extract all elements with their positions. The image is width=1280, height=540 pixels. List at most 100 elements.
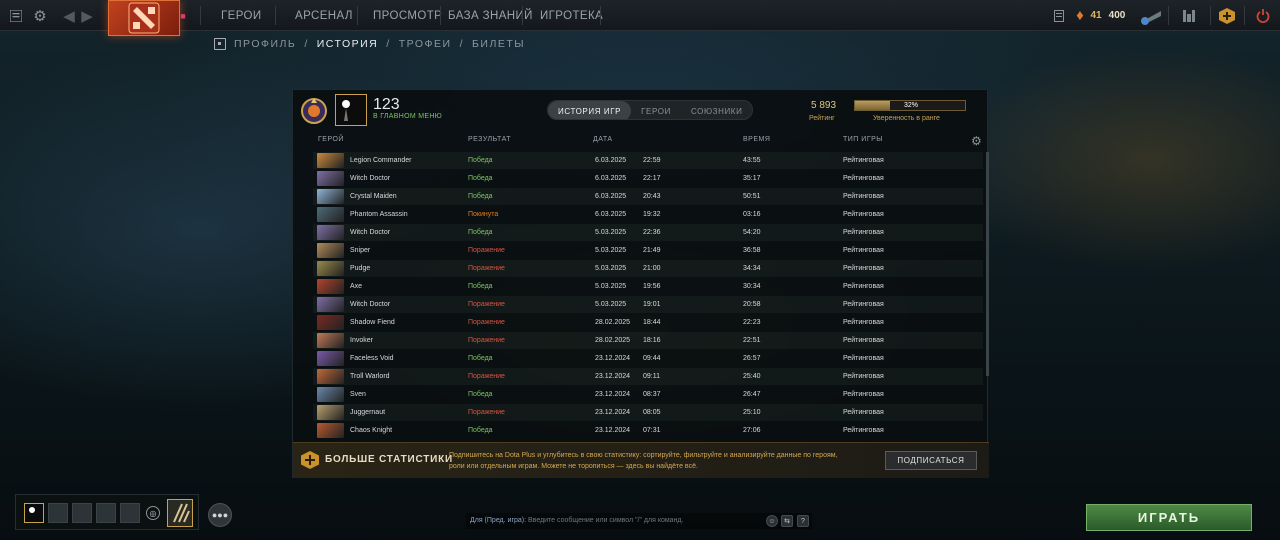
forward-arrow-icon[interactable]: ▶ <box>80 0 94 31</box>
table-row[interactable]: Pudge Поражение 5.03.2025 21:00 34:34 Рейтинг… <box>313 260 983 277</box>
table-row[interactable]: Invoker Поражение 28.02.2025 18:16 22:51 Рейт… <box>313 332 983 349</box>
friends-icon[interactable] <box>1138 0 1164 31</box>
match-time: 09:44 <box>643 355 661 362</box>
col-date[interactable]: ДАТА <box>593 136 613 143</box>
hero-portrait <box>317 153 344 168</box>
history-tabs: ИСТОРИЯ ИГР ГЕРОИ СОЮЗНИКИ <box>547 100 754 120</box>
table-row[interactable]: Axe Победа 5.03.2025 19:56 30:34 Рейтинговая <box>313 278 983 295</box>
tab-match-history[interactable]: ИСТОРИЯ ИГР <box>548 101 632 119</box>
party-slot-empty[interactable] <box>72 503 92 523</box>
shards-count: 41 <box>1090 10 1102 21</box>
party-slot-empty[interactable] <box>48 503 68 523</box>
nav-divider <box>357 6 358 25</box>
match-result: Победа <box>468 157 493 164</box>
tab-heroes[interactable]: ГЕРОИ <box>631 101 681 119</box>
match-duration: 25:10 <box>743 409 761 416</box>
back-arrow-icon[interactable]: ◀ <box>62 0 76 31</box>
subscribe-button[interactable]: ПОДПИСАТЬСЯ <box>885 451 977 470</box>
confidence-bar: 32% <box>854 100 966 111</box>
nav-arsenal[interactable]: АРСЕНАЛ <box>295 0 353 31</box>
col-type[interactable]: ТИП ИГРЫ <box>843 136 883 143</box>
table-row[interactable]: Witch Doctor Победа 5.03.2025 22:36 54:20 Рей… <box>313 224 983 241</box>
match-result: Поражение <box>468 409 505 416</box>
chat-placeholder: Введите сообщение или символ "/" для ком… <box>528 517 684 524</box>
party-slot-empty[interactable] <box>96 503 116 523</box>
match-time: 22:59 <box>643 157 661 164</box>
voice-icon[interactable]: ◎ <box>146 506 160 520</box>
armory-icon[interactable] <box>1178 0 1200 31</box>
nav-divider <box>275 6 276 25</box>
hero-name: Juggernaut <box>350 409 386 416</box>
chat-wheel-icon[interactable]: ⇆ <box>781 515 793 527</box>
party-slot-empty[interactable] <box>120 503 140 523</box>
subnav-history[interactable]: ИСТОРИЯ <box>317 38 379 50</box>
match-result: Поражение <box>468 265 505 272</box>
scrollbar[interactable] <box>986 152 989 376</box>
play-button[interactable]: ИГРАТЬ <box>1086 504 1252 531</box>
table-row[interactable]: Witch Doctor Победа 6.03.2025 22:17 35:17 Рей… <box>313 170 983 187</box>
table-row[interactable]: Phantom Assassin Покинута 6.03.2025 19:32 03… <box>313 206 983 223</box>
match-date: 5.03.2025 <box>595 265 627 272</box>
table-settings-gear-icon[interactable]: ⚙ <box>971 134 982 148</box>
subnav-separator: / <box>459 38 464 50</box>
power-icon[interactable] <box>1252 0 1274 31</box>
table-row[interactable]: Faceless Void Победа 23.12.2024 09:44 26:57 Р… <box>313 350 983 367</box>
help-icon[interactable]: ? <box>797 515 809 527</box>
nav-heroes[interactable]: ГЕРОИ <box>221 0 262 31</box>
match-history-panel: 123 В ГЛАВНОМ МЕНЮ ИСТОРИЯ ИГР ГЕРОИ СОЮ… <box>292 89 989 478</box>
dota-plus-banner: БОЛЬШЕ СТАТИСТИКИ Подпишитесь на Dota Pl… <box>293 442 989 478</box>
table-row[interactable]: Legion Commander Победа 6.03.2025 22:59 43:5… <box>313 152 983 169</box>
match-time: 18:44 <box>643 319 661 326</box>
party-slot-self[interactable] <box>24 503 44 523</box>
emoji-icon[interactable]: ☺ <box>766 515 778 527</box>
table-row[interactable]: Chaos Knight Победа 23.12.2024 07:31 27:06 Ре… <box>313 422 983 439</box>
profile-header: 123 В ГЛАВНОМ МЕНЮ ИСТОРИЯ ИГР ГЕРОИ СОЮ… <box>293 90 989 132</box>
party-finder-icon[interactable]: ●●● <box>208 503 232 527</box>
battle-pass-icon[interactable] <box>167 499 193 527</box>
confidence-label: Уверенность в ранге <box>873 115 940 122</box>
table-row[interactable]: Shadow Fiend Поражение 28.02.2025 18:44 22:2… <box>313 314 983 331</box>
hero-name: Phantom Assassin <box>350 211 408 218</box>
hero-name: Chaos Knight <box>350 427 393 434</box>
table-row[interactable]: Crystal Maiden Победа 6.03.2025 20:43 50:51 Р… <box>313 188 983 205</box>
match-duration: 30:34 <box>743 283 761 290</box>
subnav-trophies[interactable]: ТРОФЕИ <box>399 38 452 50</box>
match-list: Legion Commander Победа 6.03.2025 22:59 43:5… <box>293 152 989 442</box>
table-row[interactable]: Troll Warlord Поражение 23.12.2024 09:11 25:… <box>313 368 983 385</box>
table-row[interactable]: Sven Победа 23.12.2024 08:37 26:47 Рейтингова… <box>313 386 983 403</box>
player-name: 123 <box>373 96 400 113</box>
tab-allies[interactable]: СОЮЗНИКИ <box>681 101 752 119</box>
nav-divider <box>600 6 601 25</box>
hero-portrait <box>317 315 344 330</box>
subnav-profile[interactable]: ПРОФИЛЬ <box>234 38 296 50</box>
avatar[interactable] <box>335 94 367 126</box>
table-row[interactable]: Witch Doctor Поражение 5.03.2025 19:01 20:58… <box>313 296 983 313</box>
news-icon[interactable] <box>1052 0 1066 31</box>
match-type: Рейтинговая <box>843 319 884 326</box>
col-hero[interactable]: ГЕРОЙ <box>318 136 344 143</box>
match-type: Рейтинговая <box>843 283 884 290</box>
dota-logo-button[interactable] <box>108 0 180 36</box>
col-duration[interactable]: ВРЕМЯ <box>743 136 770 143</box>
match-date: 28.02.2025 <box>595 319 631 326</box>
match-time: 08:37 <box>643 391 661 398</box>
table-row[interactable]: Sniper Поражение 5.03.2025 21:49 36:58 Рейтин… <box>313 242 983 259</box>
nav-divider <box>200 6 201 25</box>
match-type: Рейтинговая <box>843 355 884 362</box>
settings-gear-icon[interactable]: ⚙ <box>30 0 50 31</box>
match-duration: 03:16 <box>743 211 761 218</box>
nav-knowledge-base[interactable]: БАЗА ЗНАНИЙ <box>448 0 533 31</box>
dota-plus-icon[interactable] <box>1216 0 1238 31</box>
nav-game-library[interactable]: ИГРОТЕКА <box>540 0 603 31</box>
table-row[interactable]: Juggernaut Поражение 23.12.2024 08:05 25:10 Р… <box>313 404 983 421</box>
subnav-tickets[interactable]: БИЛЕТЫ <box>472 38 525 50</box>
shards-icon: ♦ <box>1076 7 1084 24</box>
chat-input[interactable]: Для (Пред. игра): Введите сообщение или … <box>466 513 812 529</box>
chat-target[interactable]: Для (Пред. игра): <box>470 517 526 524</box>
nav-watch[interactable]: ПРОСМОТР <box>373 0 442 31</box>
hero-name: Pudge <box>350 265 371 272</box>
hero-name: Sniper <box>350 247 371 254</box>
match-time: 07:31 <box>643 427 661 434</box>
dashboard-icon[interactable] <box>6 0 26 31</box>
col-result[interactable]: РЕЗУЛЬТАТ <box>468 136 511 143</box>
